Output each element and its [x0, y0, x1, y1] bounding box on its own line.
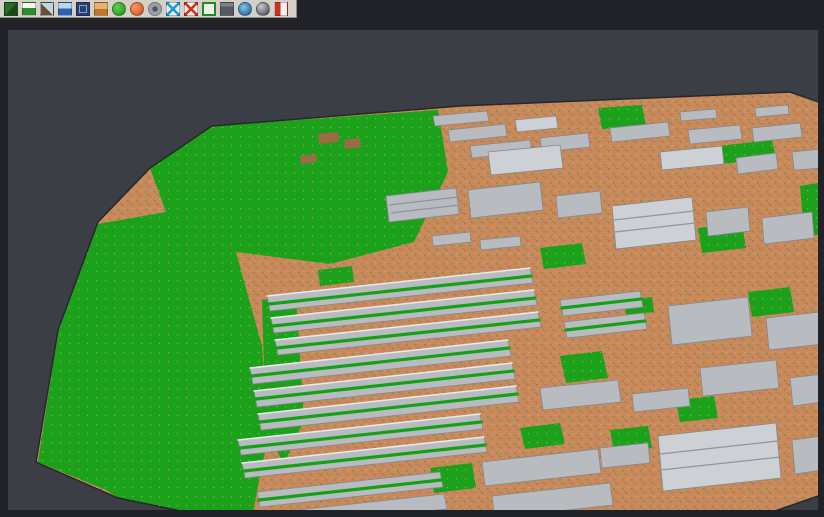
delete-selection-icon[interactable] — [184, 2, 198, 16]
classify-ground-icon[interactable] — [130, 2, 144, 16]
grid-view-icon[interactable] — [76, 2, 90, 16]
globe-view-icon[interactable] — [238, 2, 252, 16]
viewport-3d-scene[interactable] — [0, 0, 824, 517]
terrain-model-icon[interactable] — [40, 2, 54, 16]
toolbar — [0, 0, 297, 18]
orbit-view-icon[interactable] — [256, 2, 270, 16]
capture-view-icon[interactable] — [274, 2, 288, 16]
select-region-icon[interactable] — [202, 2, 216, 16]
settings-gear-icon[interactable] — [148, 2, 162, 16]
save-project-icon[interactable] — [22, 2, 36, 16]
pan-view-icon[interactable] — [220, 2, 234, 16]
zoom-extents-icon[interactable] — [166, 2, 180, 16]
classify-vegetation-icon[interactable] — [112, 2, 126, 16]
open-project-icon[interactable] — [4, 2, 18, 16]
point-cloud-icon[interactable] — [58, 2, 72, 16]
orthophoto-icon[interactable] — [94, 2, 108, 16]
